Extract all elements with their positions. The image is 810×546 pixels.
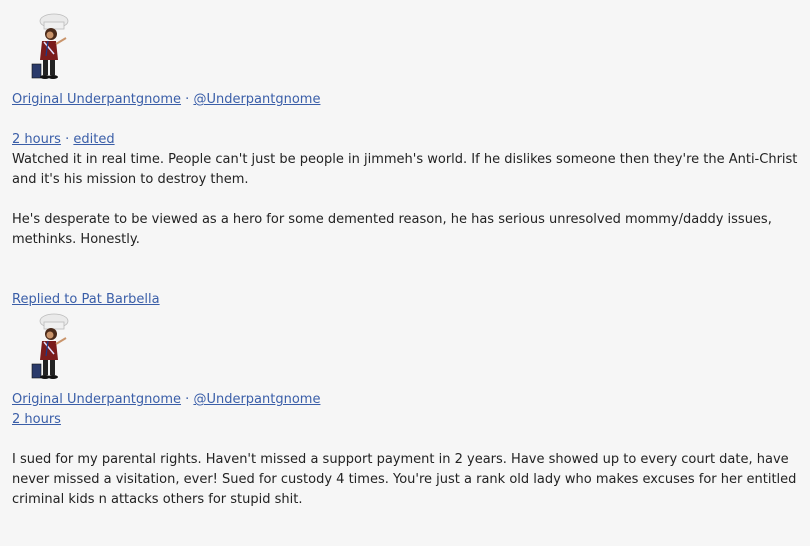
replied-to-line: Replied to Pat Barbella [12,290,160,310]
gnome-chef-avatar-icon[interactable] [18,310,76,384]
comment-body: Watched it in real time. People can't ju… [12,150,802,250]
handle-link[interactable]: @Underpantgnome [193,92,320,107]
comment-paragraph: Watched it in real time. People can't ju… [12,152,798,187]
handle-link[interactable]: @Underpantgnome [193,392,320,407]
edited-link[interactable]: edited [73,132,114,147]
timestamp-link[interactable]: 2 hours [12,412,61,427]
gnome-chef-avatar-icon[interactable] [18,10,76,84]
comment-meta-line: 2 hours · edited [12,130,115,150]
display-name-link[interactable]: Original Underpantgnome [12,392,181,407]
separator: · [65,132,70,147]
replied-to-link[interactable]: Replied to Pat Barbella [12,292,160,307]
timestamp-link[interactable]: 2 hours [12,132,61,147]
comment-paragraph: He's desperate to be viewed as a hero fo… [12,212,772,247]
separator: · [185,92,190,107]
comment-body: I sued for my parental rights. Haven't m… [12,450,802,510]
display-name-link[interactable]: Original Underpantgnome [12,92,181,107]
comment-author-line: Original Underpantgnome · @Underpantgnom… [12,390,320,410]
comment-author-line: Original Underpantgnome · @Underpantgnom… [12,90,320,110]
comment-meta-line: 2 hours [12,410,61,430]
comment-paragraph: I sued for my parental rights. Haven't m… [12,452,797,507]
separator: · [185,392,190,407]
